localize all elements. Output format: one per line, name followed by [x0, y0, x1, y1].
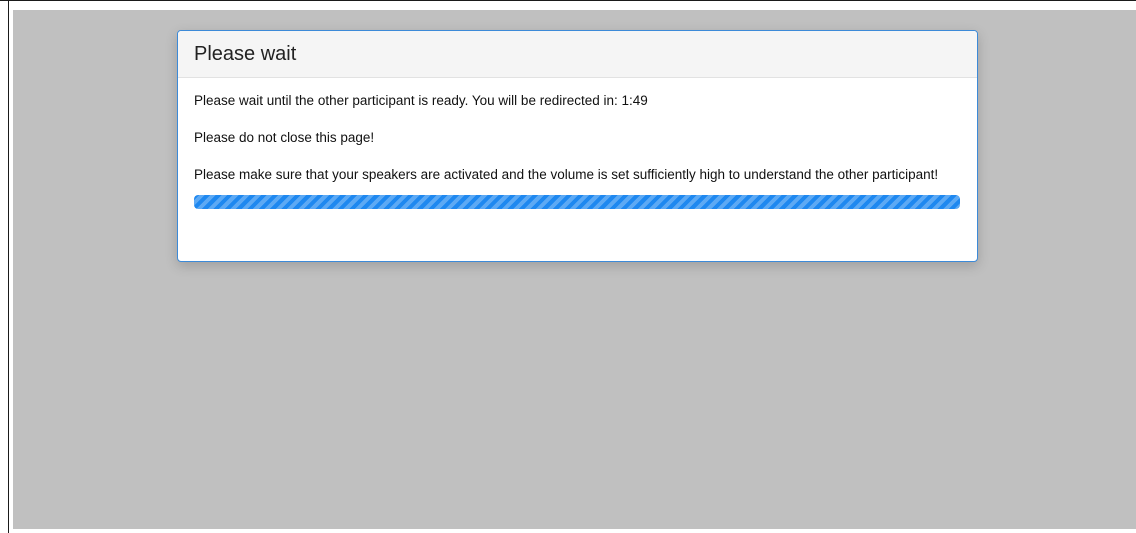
progress-track — [194, 195, 960, 209]
modal-body: Please wait until the other participant … — [178, 78, 977, 209]
modal-header: Please wait — [178, 31, 977, 78]
speakers-notice-message: Please make sure that your speakers are … — [194, 167, 939, 182]
progress-bar — [194, 195, 960, 209]
do-not-close-message: Please do not close this page! — [194, 130, 375, 145]
modal-title: Please wait — [194, 42, 297, 65]
window-frame-left-edge — [8, 0, 9, 533]
please-wait-modal: Please wait Please wait until the other … — [177, 30, 978, 262]
redirect-countdown-message: Please wait until the other participant … — [194, 93, 648, 108]
